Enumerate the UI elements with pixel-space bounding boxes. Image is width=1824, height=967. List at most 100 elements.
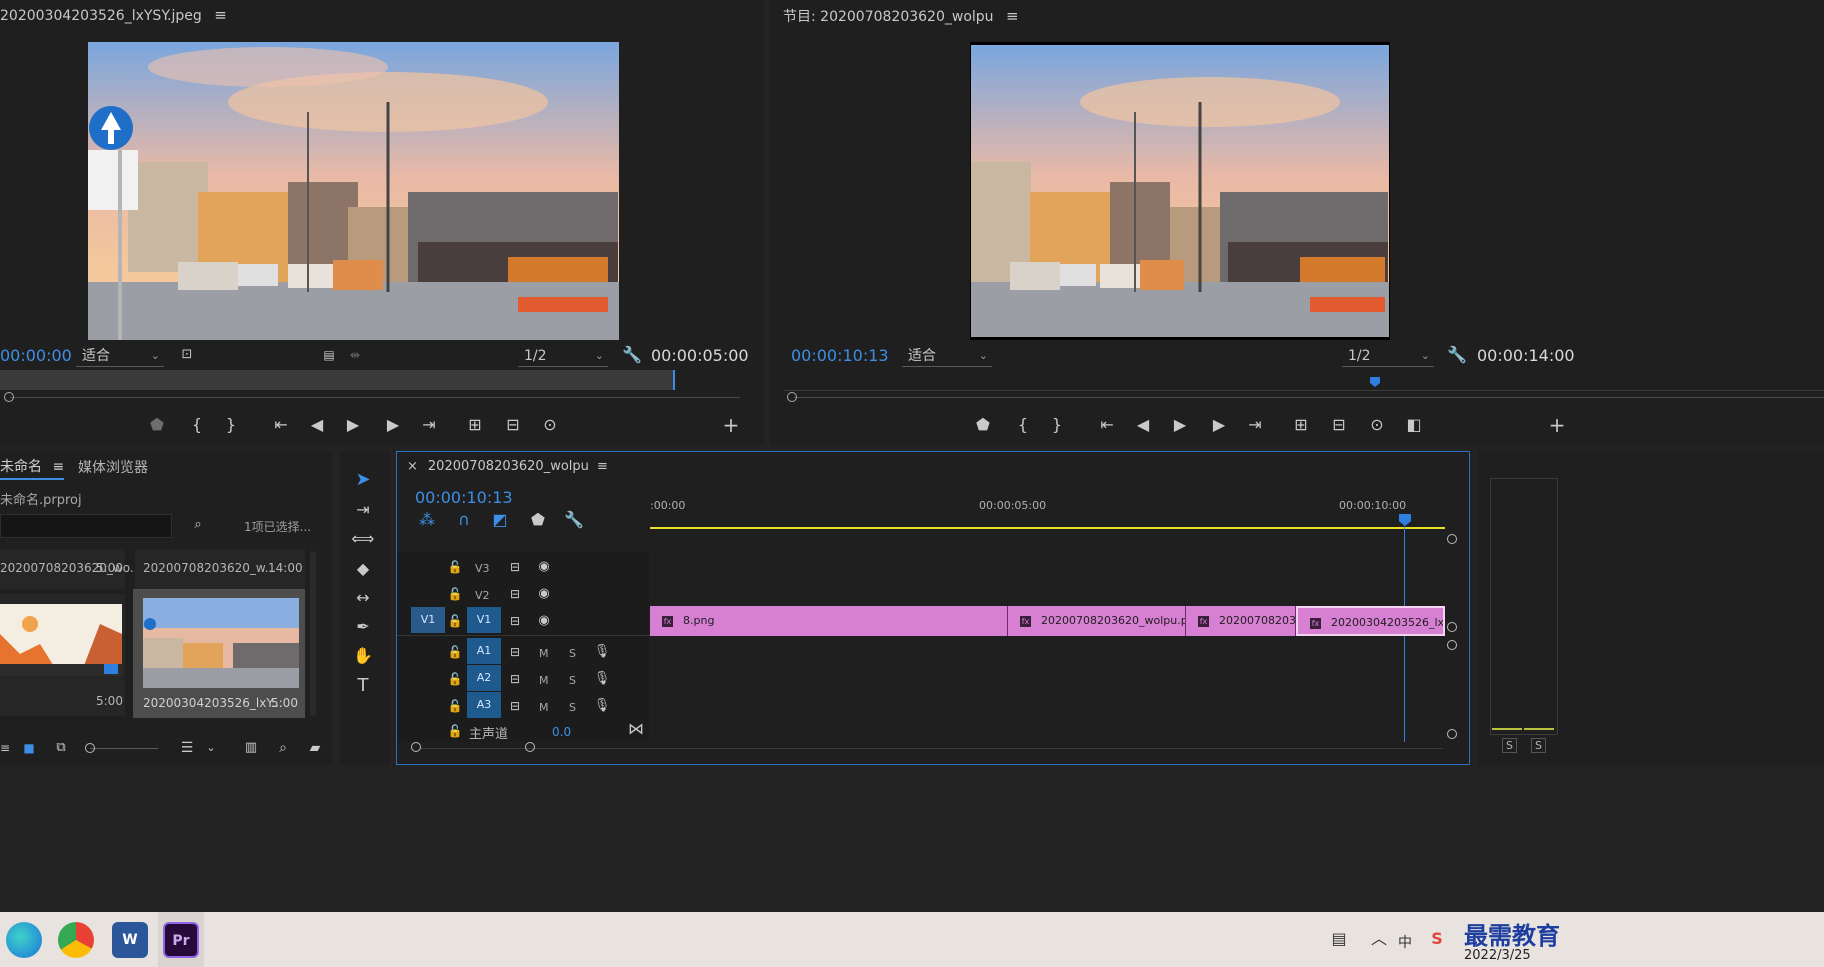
tab-media-browser[interactable]: 媒体浏览器	[78, 457, 148, 477]
step-back-icon[interactable]: ◀︎	[304, 414, 330, 436]
mark-in-icon[interactable]: {	[184, 414, 210, 436]
wrench-icon[interactable]: 🔧	[619, 344, 645, 366]
program-fit-dropdown[interactable]: 适合 ⌄	[902, 345, 992, 367]
eye-icon[interactable]: ◉	[531, 556, 557, 578]
source-resolution-dropdown[interactable]: 1/2 ⌄	[518, 345, 608, 367]
camera-icon[interactable]: ⊙	[537, 414, 563, 436]
add-marker-icon[interactable]: ⬟	[970, 414, 996, 436]
mark-in-icon[interactable]: {	[1010, 414, 1036, 436]
type-tool-icon[interactable]: T	[350, 675, 376, 697]
bowtie-icon[interactable]: ⋈	[623, 718, 649, 740]
freeform-view-icon[interactable]: ⧉	[48, 737, 74, 759]
source-in-out-marker[interactable]	[673, 370, 675, 390]
play-icon[interactable]: ▶︎	[1167, 414, 1193, 436]
add-button-icon[interactable]: +	[1544, 414, 1570, 436]
ime-indicator[interactable]: 中	[1398, 932, 1412, 952]
source-monitor-title[interactable]: 20200304203526_lxYSY.jpeg ≡	[0, 6, 227, 24]
zoom-slider[interactable]	[90, 748, 158, 749]
sync-lock-icon[interactable]: ⊟	[502, 610, 528, 632]
step-forward-icon[interactable]: ▶︎	[1206, 414, 1232, 436]
source-time-ruler[interactable]	[0, 370, 674, 390]
project-search-input[interactable]	[0, 514, 172, 538]
icon-view-icon[interactable]: ■	[16, 737, 42, 759]
timeline-zoom-handle-right[interactable]	[525, 742, 535, 752]
lift-icon[interactable]: ⊞	[1288, 414, 1314, 436]
linked-selection-icon[interactable]: ◩	[487, 509, 513, 531]
eye-icon[interactable]: ◉	[531, 583, 557, 605]
play-icon[interactable]: ▶︎	[340, 414, 366, 436]
pen-tool-icon[interactable]: ✒	[350, 616, 376, 638]
track-label-a3[interactable]: A3	[467, 692, 501, 718]
scroll-handle[interactable]	[1447, 729, 1457, 739]
wrench-icon[interactable]: 🔧	[561, 509, 587, 531]
source-fit-dropdown[interactable]: 适合 ⌄	[76, 345, 164, 367]
mute-button[interactable]: M	[539, 647, 549, 660]
taskbar-date[interactable]: 2022/3/25	[1464, 948, 1531, 963]
new-bin-icon[interactable]: ▰	[302, 737, 328, 759]
export-frame-small-icon[interactable]: ▤	[316, 344, 342, 366]
scroll-handle[interactable]	[1447, 534, 1457, 544]
mark-out-icon[interactable]: }	[1044, 414, 1070, 436]
panel-menu-icon[interactable]: ≡	[214, 6, 227, 24]
lock-icon[interactable]: 🔓	[442, 720, 468, 742]
search-icon[interactable]: ⌕	[270, 737, 296, 759]
microphone-icon[interactable]: 🎙	[589, 695, 615, 717]
timeline-zoom-bar[interactable]	[419, 748, 1443, 749]
nest-icon[interactable]: ⁂	[414, 509, 440, 531]
sync-lock-icon[interactable]: ⊟	[502, 583, 528, 605]
go-to-out-icon[interactable]: ⇥	[416, 414, 442, 436]
program-time-ruler[interactable]	[784, 378, 1824, 391]
sort-icons-icon[interactable]: ☰	[174, 737, 200, 759]
sogou-input-icon[interactable]: S	[1424, 928, 1450, 950]
solo-button[interactable]: S	[569, 674, 576, 687]
track-label-a1[interactable]: A1	[467, 638, 501, 664]
program-resolution-dropdown[interactable]: 1/2 ⌄	[1342, 345, 1434, 367]
timeline-playhead-head[interactable]	[1399, 514, 1411, 526]
bin-item-4-selected[interactable]: 20200304203526_lxY... 5:00	[133, 589, 305, 718]
timeline-ruler[interactable]	[650, 496, 1445, 524]
step-forward-icon[interactable]: ▶︎	[380, 414, 406, 436]
solo-right-button[interactable]: S	[1531, 738, 1546, 753]
track-label-v3[interactable]: V3	[475, 562, 490, 575]
automate-to-sequence-icon[interactable]: ▥	[238, 737, 264, 759]
program-timecode[interactable]: 00:00:10:13	[791, 346, 889, 365]
clip-8png[interactable]: fx 8.png	[650, 606, 1008, 636]
lock-icon[interactable]: 🔓	[442, 610, 468, 632]
solo-button[interactable]: S	[569, 647, 576, 660]
track-label-a2[interactable]: A2	[467, 665, 501, 691]
solo-button[interactable]: S	[569, 701, 576, 714]
word-icon[interactable]: W	[112, 922, 148, 958]
chevron-down-icon[interactable]: ⌄	[198, 737, 224, 759]
bin-item-2[interactable]: 20200708203620_w... 14:00	[135, 549, 305, 589]
sync-lock-icon[interactable]: ⊟	[502, 695, 528, 717]
lock-icon[interactable]: 🔓	[442, 583, 468, 605]
track-label-v2[interactable]: V2	[475, 589, 490, 602]
source-patch-v1[interactable]: V1	[411, 607, 445, 633]
bin-item-3[interactable]: 5:00	[0, 594, 125, 716]
solo-left-button[interactable]: S	[1502, 738, 1517, 753]
lock-icon[interactable]: 🔓	[442, 641, 468, 663]
panel-menu-icon[interactable]: ≡	[52, 459, 64, 475]
sync-lock-icon[interactable]: ⊟	[502, 668, 528, 690]
find-icon[interactable]: ⌕	[185, 514, 211, 536]
add-button-icon[interactable]: +	[718, 414, 744, 436]
sync-lock-icon[interactable]: ⊟	[502, 641, 528, 663]
ripple-edit-tool-icon[interactable]: ⟺	[350, 528, 376, 550]
news-widget-icon[interactable]: ▤	[1326, 928, 1352, 950]
timeline-timecode[interactable]: 00:00:10:13	[415, 488, 513, 507]
work-area-bar[interactable]	[650, 527, 1445, 529]
lock-icon[interactable]: 🔓	[442, 668, 468, 690]
zoom-slider-handle[interactable]	[85, 743, 95, 753]
clip-lxysy-jpeg[interactable]: fx20200304203526_lxYSY.jp	[1296, 606, 1445, 636]
eye-icon[interactable]: ◉	[531, 610, 557, 632]
go-to-out-icon[interactable]: ⇥	[1242, 414, 1268, 436]
tab-project[interactable]: 未命名 ≡	[0, 456, 65, 480]
lock-icon[interactable]: 🔓	[442, 556, 468, 578]
program-monitor-title[interactable]: 节目: 20200708203620_wolpu ≡	[783, 6, 1019, 26]
timeline-tab[interactable]: × 20200708203620_wolpu ≡	[407, 459, 608, 474]
overwrite-icon[interactable]: ⊟	[500, 414, 526, 436]
sync-lock-icon[interactable]: ⊟	[502, 556, 528, 578]
wrench-icon[interactable]: 🔧	[1444, 344, 1470, 366]
microphone-icon[interactable]: 🎙	[589, 641, 615, 663]
selection-tool-icon[interactable]: ➤	[350, 469, 376, 491]
